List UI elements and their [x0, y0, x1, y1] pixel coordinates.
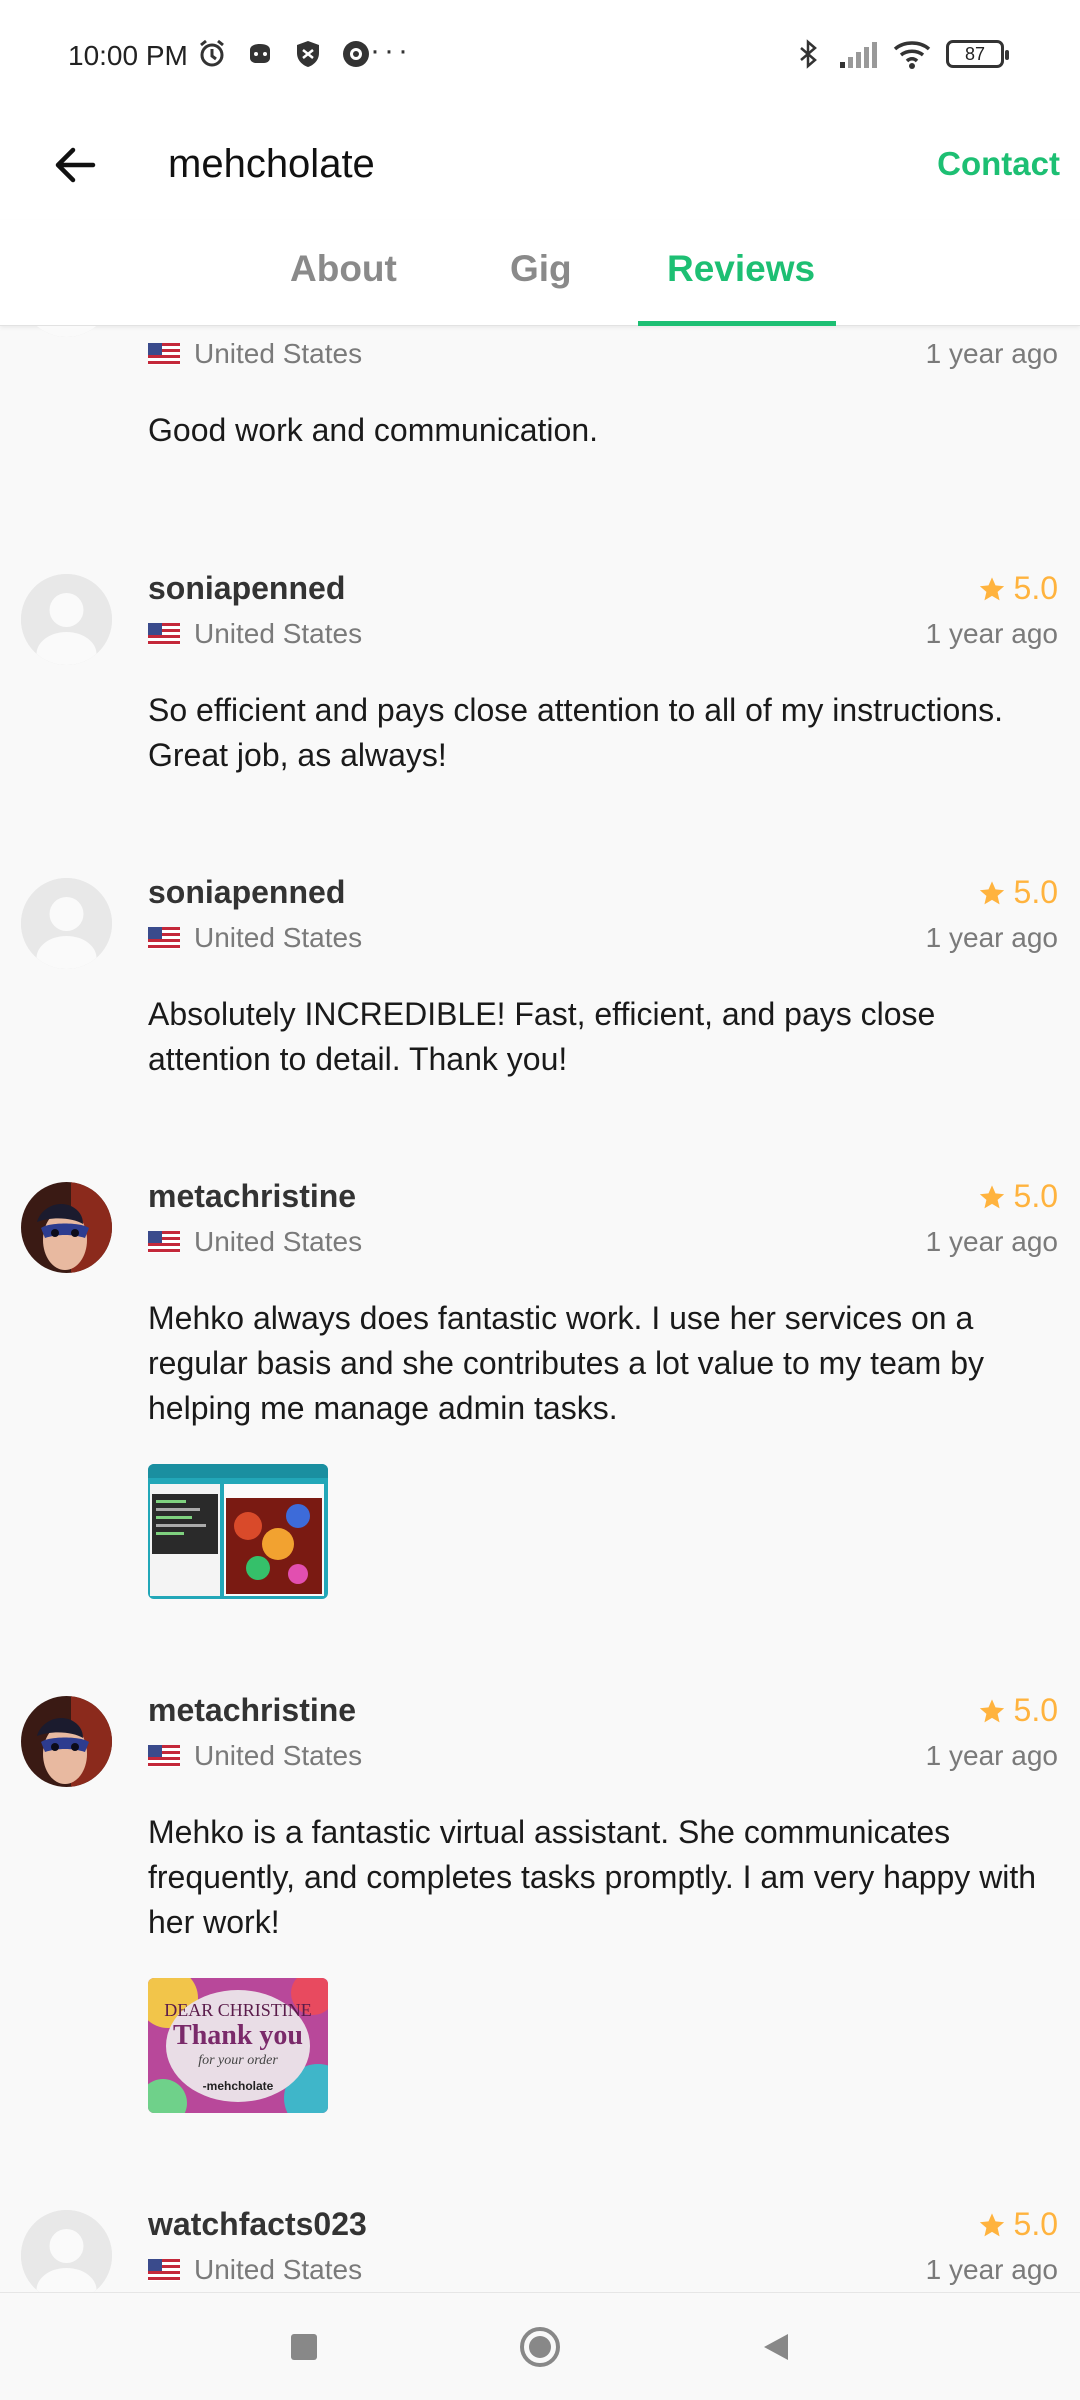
star-icon	[979, 576, 1004, 600]
tab-about[interactable]: About	[290, 248, 397, 290]
reviewer-country: United States	[148, 618, 362, 650]
reviewer-country: United States	[148, 922, 362, 954]
triangle-back-icon	[764, 2334, 788, 2360]
reviewer-name[interactable]: watchfacts023	[148, 2206, 367, 2243]
avatar	[21, 1182, 112, 1273]
review-rating: 5.0	[978, 2206, 1058, 2243]
status-bar: 10:00 PM ··· 87	[0, 0, 1080, 110]
circle-icon	[520, 2327, 560, 2367]
reviews-list[interactable]: United States 1 year ago Good work and c…	[0, 326, 1080, 2292]
tab-bar: About Gig Reviews	[0, 220, 1080, 326]
avatar	[21, 878, 112, 969]
country-label: United States	[194, 1740, 363, 1771]
signal-icon	[840, 42, 877, 68]
review-time: 1 year ago	[925, 1226, 1058, 1257]
attachment-text-line-3: for your order	[198, 2053, 278, 2068]
system-nav-bar	[0, 2292, 1080, 2400]
avatar	[21, 326, 112, 337]
review-rating: 5.0	[978, 874, 1058, 911]
avatar	[21, 574, 112, 665]
us-flag-icon	[148, 1745, 180, 1767]
review-comment: So efficient and pays close attention to…	[148, 692, 1003, 773]
rating-value: 5.0	[1013, 1178, 1058, 1214]
us-flag-icon	[148, 927, 180, 949]
page-title: mehcholate	[168, 142, 375, 186]
country-label: United States	[194, 1226, 363, 1257]
country-label: United States	[194, 338, 363, 369]
avatar	[21, 1696, 112, 1787]
reviewer-country: United States	[148, 1226, 362, 1258]
app-header: mehcholate Contact	[0, 110, 1080, 220]
reviewer-country: United States	[148, 1740, 362, 1772]
review-time: 1 year ago	[925, 922, 1058, 953]
arrow-left-icon	[55, 147, 96, 183]
us-flag-icon	[148, 1231, 180, 1253]
contact-button[interactable]: Contact	[937, 132, 1060, 196]
attachment-text-line-1: DEAR CHRISTINE	[164, 2000, 312, 2020]
home-button[interactable]	[516, 2323, 564, 2371]
square-icon	[291, 2334, 317, 2360]
review-time: 1 year ago	[925, 2254, 1058, 2285]
rating-value: 5.0	[1013, 1692, 1058, 1728]
rating-value: 5.0	[1013, 570, 1058, 606]
review-comment: Mehko is a fantastic virtual assistant. …	[148, 1814, 1037, 1940]
reviewer-name[interactable]: soniapenned	[148, 570, 345, 607]
star-icon	[979, 1698, 1004, 1722]
review-attachment-image[interactable]	[148, 1464, 328, 1599]
us-flag-icon	[148, 2259, 180, 2281]
reviewer-country: United States	[148, 2254, 362, 2286]
country-label: United States	[194, 618, 363, 649]
star-icon	[979, 1184, 1004, 1208]
review-rating: 5.0	[978, 570, 1058, 607]
battery-icon: 87	[946, 40, 1009, 68]
review-time: 1 year ago	[925, 338, 1058, 369]
review-comment: Mehko always does fantastic work. I use …	[148, 1300, 984, 1426]
reviewer-name[interactable]: metachristine	[148, 1692, 356, 1729]
status-time: 10:00 PM	[68, 40, 188, 71]
media-icon	[343, 41, 369, 67]
us-flag-icon	[148, 623, 180, 645]
tab-reviews[interactable]: Reviews	[667, 248, 815, 290]
back-button[interactable]	[40, 130, 110, 200]
bluetooth-icon	[800, 39, 817, 69]
country-label: United States	[194, 2254, 363, 2285]
review-rating: 5.0	[978, 1692, 1058, 1729]
review-attachment-image[interactable]: DEAR CHRISTINE Thank you for your order …	[148, 1978, 328, 2113]
review-comment: Good work and communication.	[148, 412, 598, 448]
review-comment: Absolutely INCREDIBLE! Fast, efficient, …	[148, 996, 936, 1077]
avatar	[21, 2210, 112, 2292]
reviewer-country: United States	[148, 338, 362, 370]
more-notifications-icon: ···	[370, 34, 412, 67]
alarm-icon	[200, 39, 224, 67]
wifi-icon	[893, 41, 931, 69]
attachment-text-line-2: Thank you	[173, 2020, 303, 2051]
country-label: United States	[194, 922, 363, 953]
notification-icons	[196, 38, 372, 70]
tab-gig[interactable]: Gig	[510, 248, 572, 290]
us-flag-icon	[148, 343, 180, 365]
system-icons: 87	[792, 38, 1009, 70]
review-time: 1 year ago	[925, 618, 1058, 649]
review-time: 1 year ago	[925, 1740, 1058, 1771]
game-icon	[250, 44, 270, 63]
review-rating: 5.0	[978, 1178, 1058, 1215]
back-nav-button[interactable]	[752, 2323, 800, 2371]
reviewer-name[interactable]: metachristine	[148, 1178, 356, 1215]
reviewer-name[interactable]: soniapenned	[148, 874, 345, 911]
star-icon	[979, 880, 1004, 904]
shield-icon	[297, 41, 319, 67]
attachment-text-line-4: -mehcholate	[203, 2079, 274, 2093]
recents-button[interactable]	[280, 2323, 328, 2371]
star-icon	[979, 2212, 1004, 2236]
rating-value: 5.0	[1013, 874, 1058, 910]
rating-value: 5.0	[1013, 2206, 1058, 2242]
